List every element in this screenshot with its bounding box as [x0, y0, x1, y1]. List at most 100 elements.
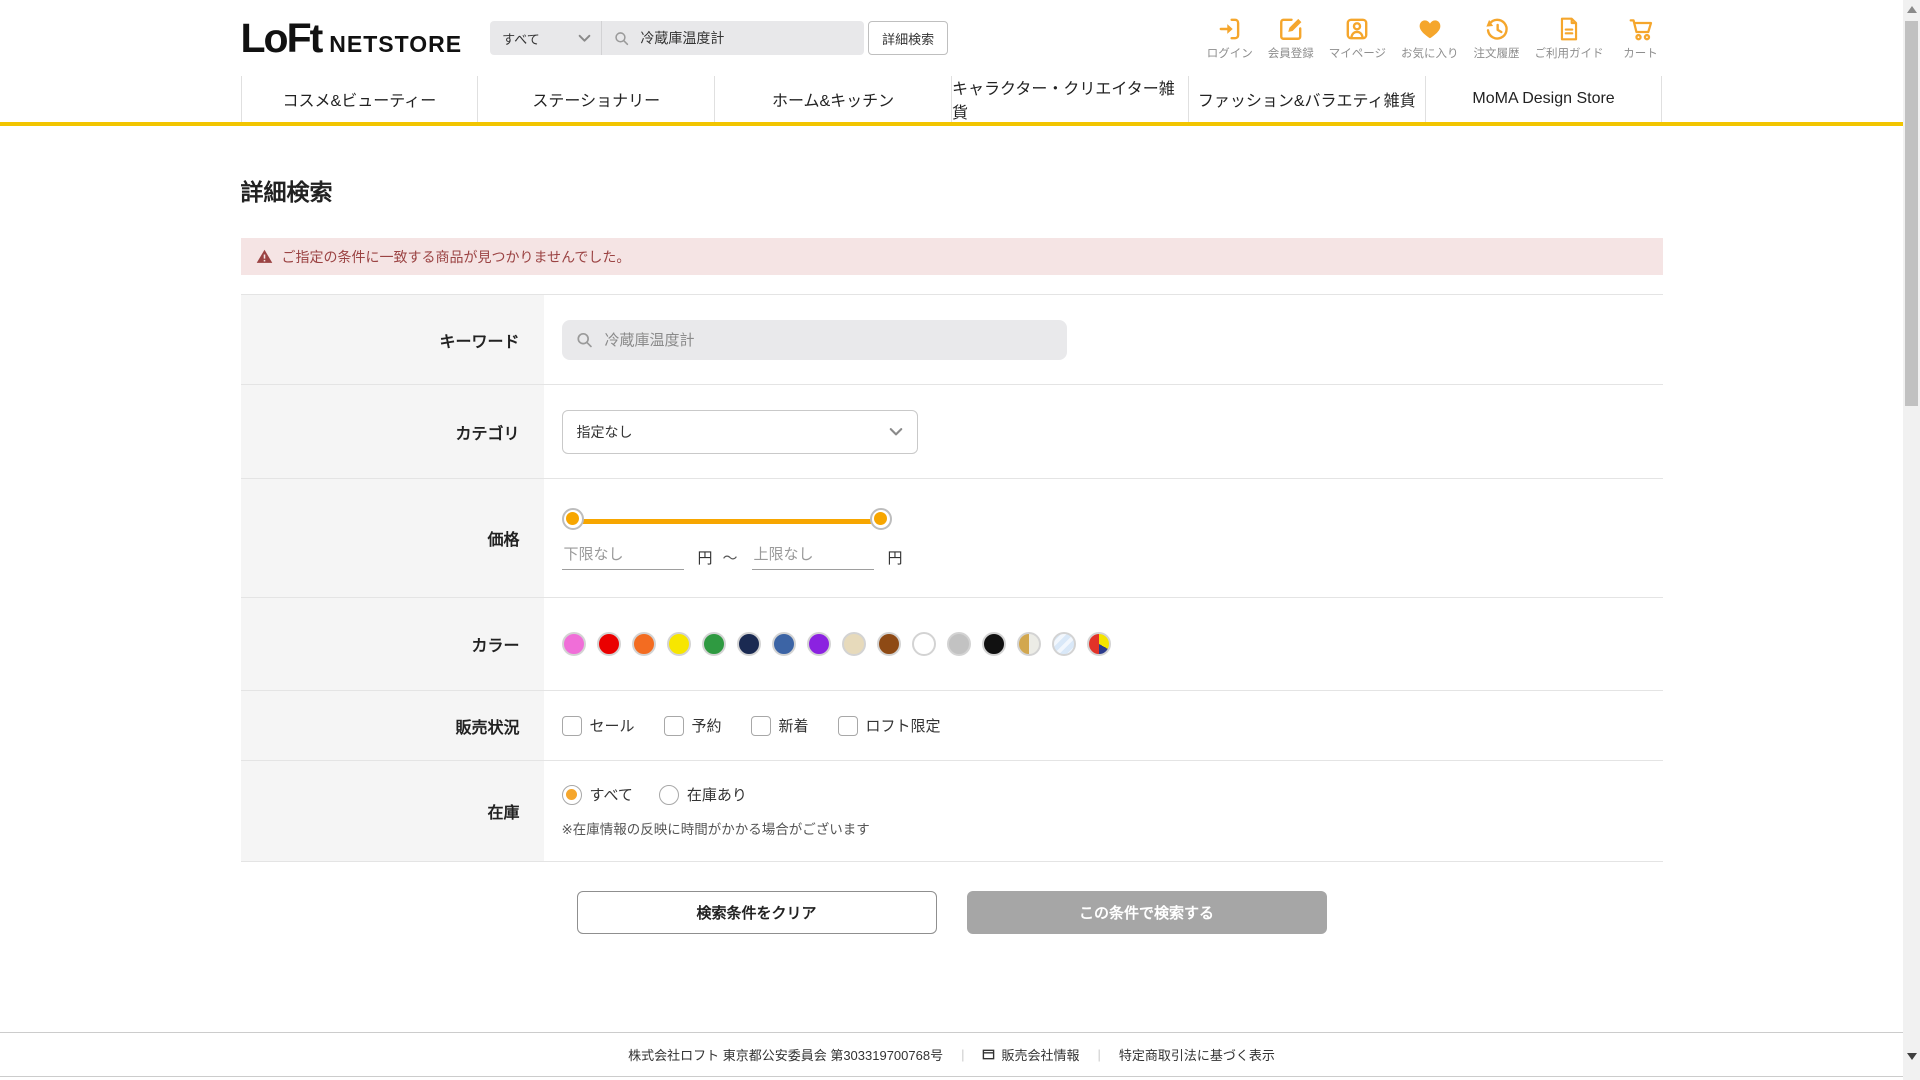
footer-company-info-link[interactable]: 販売会社情報: [982, 1045, 1079, 1064]
cart-link[interactable]: カート: [1619, 16, 1663, 61]
price-min-input[interactable]: [561, 545, 684, 570]
checkbox-new-arrival-box[interactable]: [750, 715, 771, 736]
green-color-swatch[interactable]: [701, 632, 726, 656]
white-color-swatch[interactable]: [911, 632, 936, 656]
color-label: カラー: [240, 598, 544, 690]
radio-stock-all[interactable]: すべて: [561, 784, 633, 805]
price-slider-track: [574, 518, 879, 524]
sales-status-options: セール 予約 新着 ロフト限定: [561, 715, 941, 736]
price-slider-min-handle[interactable]: [561, 507, 584, 530]
favorites-link[interactable]: お気に入り: [1401, 16, 1459, 61]
nav-item-cosme-beauty[interactable]: コスメ&ビューティー: [240, 76, 478, 122]
search-category-select[interactable]: すべて: [490, 21, 603, 55]
clear-color-swatch[interactable]: [1051, 632, 1076, 656]
checkbox-sale-box[interactable]: [561, 715, 582, 736]
checkbox-loft-exclusive-box[interactable]: [837, 715, 858, 736]
search-input-wrap: [602, 29, 864, 47]
gold-silver-color-swatch[interactable]: [1016, 632, 1041, 656]
radio-in-stock[interactable]: 在庫あり: [658, 784, 747, 805]
company-info-icon: [983, 1049, 995, 1060]
price-range-slider[interactable]: [561, 507, 892, 535]
register-link[interactable]: 会員登録: [1268, 16, 1314, 61]
search-category-value: すべて: [502, 31, 540, 47]
guide-label: ご利用ガイド: [1534, 47, 1604, 60]
nav-item-stationery[interactable]: ステーショナリー: [477, 76, 714, 122]
gray-color-swatch[interactable]: [946, 632, 971, 656]
radio-in-stock-label: 在庫あり: [686, 787, 747, 804]
price-max-input[interactable]: [751, 545, 874, 570]
price-max-unit: 円: [887, 550, 903, 567]
multicolor-color-swatch[interactable]: [1086, 632, 1111, 656]
checkbox-loft-exclusive-label: ロフト限定: [865, 718, 941, 735]
no-results-message: ご指定の条件に一致する商品が見つかりませんでした。: [281, 248, 631, 265]
nav-item-character-creator[interactable]: キャラクター・クリエイター雑貨: [950, 76, 1188, 122]
footer-company-info-label: 販売会社情報: [1001, 1048, 1080, 1063]
keyword-field-wrap: [561, 319, 1067, 360]
checkbox-sale[interactable]: セール: [561, 715, 635, 736]
radio-stock-all-button[interactable]: [561, 784, 582, 805]
login-link[interactable]: ログイン: [1207, 16, 1253, 61]
category-row: カテゴリ 指定なし: [240, 385, 1663, 479]
category-label: カテゴリ: [240, 385, 544, 478]
guide-link[interactable]: ご利用ガイド: [1535, 16, 1604, 61]
color-swatches: [561, 632, 1111, 656]
blue-color-swatch[interactable]: [771, 632, 796, 656]
loft-logo[interactable]: LoFt NETSTORE: [241, 15, 463, 62]
nav-item-fashion-variety[interactable]: ファッション&バラエティ雑貨: [1187, 76, 1425, 122]
chevron-down-icon: [889, 427, 902, 435]
keyword-input[interactable]: [602, 330, 1053, 349]
scrollbar-up-button[interactable]: [1906, 6, 1917, 13]
category-select[interactable]: 指定なし: [561, 409, 918, 454]
footer-legal-link[interactable]: 特定商取引法に基づく表示: [1119, 1045, 1275, 1064]
price-inputs: 円 〜 円: [561, 545, 903, 570]
site-header: LoFt NETSTORE すべて 詳細検索: [0, 0, 1903, 126]
yellow-color-swatch[interactable]: [666, 632, 691, 656]
beige-color-swatch[interactable]: [841, 632, 866, 656]
scrollbar-down-button[interactable]: [1906, 1053, 1917, 1060]
sales-status-row: 販売状況 セール 予約 新着 ロフト限定: [240, 691, 1663, 761]
checkbox-preorder[interactable]: 予約: [663, 715, 722, 736]
stock-note: ※在庫情報の反映に時間がかかる場合がございます: [561, 822, 870, 837]
favorites-label: お気に入り: [1401, 47, 1459, 60]
orange-color-swatch[interactable]: [631, 632, 656, 656]
price-slider-max-handle[interactable]: [869, 507, 892, 530]
advanced-search-button[interactable]: 詳細検索: [868, 21, 949, 55]
cart-icon: [1629, 18, 1652, 40]
order-history-link[interactable]: 注文履歴: [1474, 16, 1520, 61]
stock-options: すべて 在庫あり: [561, 784, 747, 805]
color-row: カラー: [240, 598, 1663, 691]
purple-color-swatch[interactable]: [806, 632, 831, 656]
header-search-bar: すべて: [490, 21, 865, 55]
footer-separator: |: [961, 1047, 965, 1062]
register-label: 会員登録: [1267, 47, 1314, 60]
scrollbar-thumb[interactable]: [1905, 21, 1918, 406]
red-color-swatch[interactable]: [596, 632, 621, 656]
navy-color-swatch[interactable]: [736, 632, 761, 656]
nav-item-home-kitchen[interactable]: ホーム&キッチン: [714, 76, 951, 122]
nav-item-moma-design-store[interactable]: MoMA Design Store: [1424, 76, 1663, 122]
form-actions: 検索条件をクリア この条件で検索する: [241, 891, 1663, 934]
register-icon: [1279, 18, 1302, 40]
price-min-unit: 円: [697, 550, 713, 567]
checkbox-preorder-box[interactable]: [663, 715, 684, 736]
scrollbar[interactable]: [1903, 0, 1920, 1080]
mypage-label: マイページ: [1328, 47, 1386, 60]
checkbox-loft-exclusive[interactable]: ロフト限定: [837, 715, 941, 736]
price-label: 価格: [240, 479, 544, 597]
login-label: ログイン: [1206, 47, 1253, 60]
search-submit-button[interactable]: この条件で検索する: [966, 891, 1327, 934]
radio-in-stock-button[interactable]: [658, 784, 679, 805]
search-conditions-form: キーワード カテゴリ 指定なし: [240, 294, 1663, 862]
brown-color-swatch[interactable]: [876, 632, 901, 656]
pink-color-swatch[interactable]: [561, 632, 586, 656]
footer-company-text: 株式会社ロフト 東京都公安委員会 第303319700768号: [628, 1048, 944, 1063]
clear-conditions-button[interactable]: 検索条件をクリア: [576, 891, 937, 934]
checkbox-new-arrival[interactable]: 新着: [750, 715, 809, 736]
price-row: 価格 円 〜 円: [240, 479, 1663, 598]
mypage-link[interactable]: マイページ: [1329, 16, 1386, 61]
search-input[interactable]: [638, 29, 853, 47]
advanced-search-page: 詳細検索 ご指定の条件に一致する商品が見つかりませんでした。 キーワード 冷蔵庫…: [240, 126, 1663, 1032]
order-history-icon: [1485, 18, 1508, 40]
checkbox-new-arrival-label: 新着: [778, 718, 809, 735]
black-color-swatch[interactable]: [981, 632, 1006, 656]
